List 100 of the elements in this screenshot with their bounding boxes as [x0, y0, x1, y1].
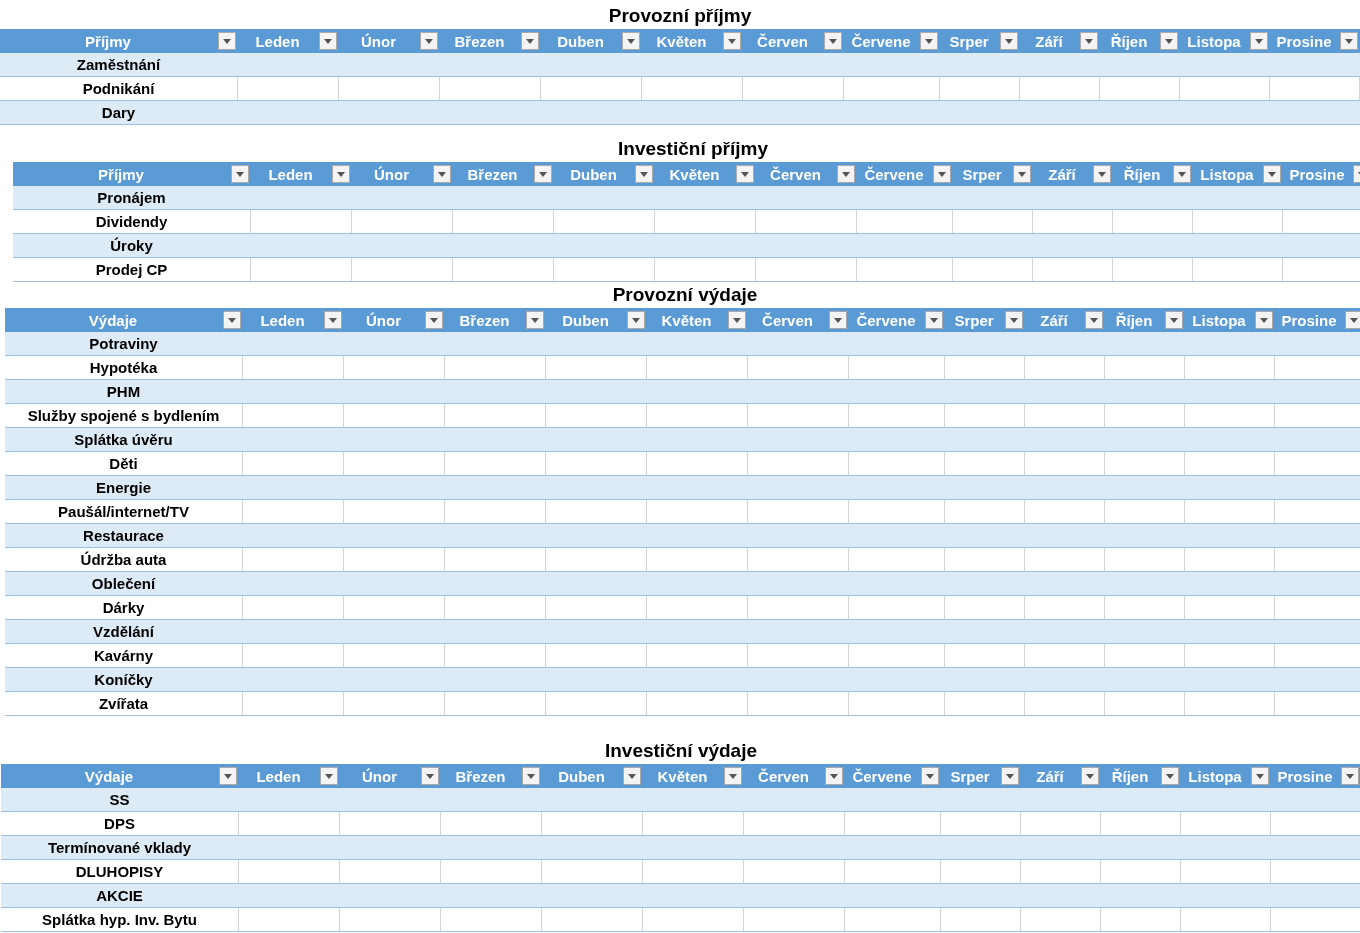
caret-icon [1170, 317, 1178, 323]
filter-dropdown-button[interactable] [1000, 32, 1018, 50]
filter-dropdown-button[interactable] [425, 311, 443, 329]
row-label: Dárky [102, 599, 145, 616]
table-title: Investiční příjmy [618, 137, 768, 161]
column-header: Červene [850, 32, 912, 50]
caret-icon [1018, 171, 1026, 177]
column-header: Únor [360, 32, 397, 50]
column-header: Říjen [1110, 767, 1150, 785]
filter-dropdown-button[interactable] [824, 32, 842, 50]
filter-dropdown-button[interactable] [1081, 767, 1099, 785]
filter-dropdown-button[interactable] [925, 311, 943, 329]
row-label: Potraviny [89, 335, 158, 352]
filter-dropdown-button[interactable] [728, 311, 746, 329]
filter-dropdown-button[interactable] [421, 767, 439, 785]
filter-dropdown-button[interactable] [1161, 767, 1179, 785]
filter-dropdown-button[interactable] [1340, 32, 1358, 50]
column-header: Červen [757, 767, 810, 785]
column-header: Listopa [1187, 767, 1243, 785]
filter-dropdown-button[interactable] [829, 311, 847, 329]
caret-icon [1345, 38, 1353, 44]
filter-dropdown-button[interactable] [332, 165, 350, 183]
filter-dropdown-button[interactable] [219, 767, 237, 785]
filter-dropdown-button[interactable] [1165, 311, 1183, 329]
caret-icon [1256, 773, 1264, 779]
caret-icon [627, 38, 635, 44]
filter-dropdown-button[interactable] [526, 311, 544, 329]
filter-dropdown-button[interactable] [1251, 767, 1269, 785]
filter-dropdown-button[interactable] [1085, 311, 1103, 329]
filter-dropdown-button[interactable] [319, 32, 337, 50]
column-header: Duben [556, 32, 605, 50]
caret-icon [223, 38, 231, 44]
caret-icon [1086, 773, 1094, 779]
filter-dropdown-button[interactable] [420, 32, 438, 50]
filter-dropdown-button[interactable] [1263, 165, 1281, 183]
caret-icon [1166, 773, 1174, 779]
filter-dropdown-button[interactable] [1341, 767, 1359, 785]
filter-dropdown-button[interactable] [1250, 32, 1268, 50]
filter-dropdown-button[interactable] [921, 767, 939, 785]
filter-dropdown-button[interactable] [825, 767, 843, 785]
filter-dropdown-button[interactable] [920, 32, 938, 50]
column-header: Červen [769, 165, 822, 183]
filter-dropdown-button[interactable] [320, 767, 338, 785]
row-label: Děti [109, 455, 138, 472]
filter-dropdown-button[interactable] [1093, 165, 1111, 183]
filter-dropdown-button[interactable] [723, 32, 741, 50]
row-label: Oblečení [91, 575, 156, 592]
caret-icon [425, 38, 433, 44]
filter-dropdown-button[interactable] [635, 165, 653, 183]
filter-dropdown-button[interactable] [622, 32, 640, 50]
row-label: Koníčky [94, 671, 153, 688]
filter-dropdown-button[interactable] [724, 767, 742, 785]
column-header: Srper [949, 767, 991, 785]
caret-icon [1255, 38, 1263, 44]
column-header: Květen [655, 32, 708, 50]
filter-dropdown-button[interactable] [1013, 165, 1031, 183]
filter-dropdown-button[interactable] [1173, 165, 1191, 183]
filter-dropdown-button[interactable] [627, 311, 645, 329]
column-header: Říjen [1122, 165, 1162, 183]
filter-dropdown-button[interactable] [623, 767, 641, 785]
filter-dropdown-button[interactable] [1345, 311, 1360, 329]
caret-icon [733, 317, 741, 323]
column-header: Září [1047, 165, 1077, 183]
filter-dropdown-button[interactable] [837, 165, 855, 183]
column-header: Červen [761, 311, 814, 329]
filter-dropdown-button[interactable] [1160, 32, 1178, 50]
filter-dropdown-button[interactable] [1001, 767, 1019, 785]
column-header: Příjmy [97, 165, 145, 183]
filter-dropdown-button[interactable] [324, 311, 342, 329]
column-header: Příjmy [84, 32, 132, 50]
filter-dropdown-button[interactable] [736, 165, 754, 183]
caret-icon [426, 773, 434, 779]
column-header: Duben [557, 767, 606, 785]
caret-icon [938, 171, 946, 177]
column-header: Srper [953, 311, 995, 329]
column-header: Leden [267, 165, 314, 183]
filter-dropdown-button[interactable] [433, 165, 451, 183]
filter-dropdown-button[interactable] [933, 165, 951, 183]
filter-dropdown-button[interactable] [1255, 311, 1273, 329]
filter-dropdown-button[interactable] [1005, 311, 1023, 329]
filter-dropdown-button[interactable] [522, 767, 540, 785]
row-label: PHM [106, 383, 141, 400]
column-header: Leden [254, 32, 301, 50]
column-header: Květen [660, 311, 713, 329]
row-label: Údržba auta [80, 551, 167, 568]
filter-dropdown-button[interactable] [534, 165, 552, 183]
filter-dropdown-button[interactable] [521, 32, 539, 50]
column-header: Prosine [1276, 767, 1334, 785]
caret-icon [640, 171, 648, 177]
caret-icon [741, 171, 749, 177]
column-header: Leden [259, 311, 306, 329]
caret-icon [1350, 317, 1358, 323]
table-title: Provozní příjmy [608, 4, 752, 28]
column-header: Březen [458, 311, 511, 329]
caret-icon [1090, 317, 1098, 323]
filter-dropdown-button[interactable] [1080, 32, 1098, 50]
filter-dropdown-button[interactable] [218, 32, 236, 50]
row-label: Restaurace [83, 527, 164, 544]
filter-dropdown-button[interactable] [231, 165, 249, 183]
filter-dropdown-button[interactable] [223, 311, 241, 329]
